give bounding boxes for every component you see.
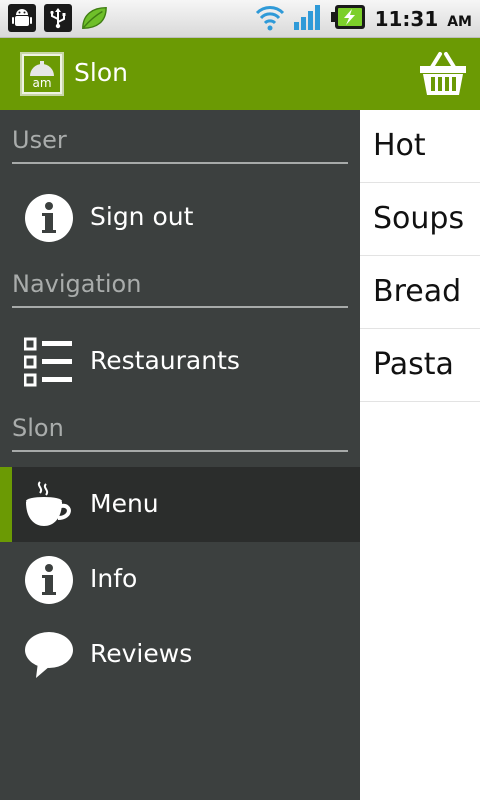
nav-item-label: Sign out [90, 202, 194, 231]
android-debug-icon [8, 4, 36, 32]
section-header-slon: Slon [12, 410, 348, 452]
section-header-user: User [12, 122, 348, 164]
nav-item-label: Restaurants [90, 346, 240, 375]
status-bar: 11:31 AM [0, 0, 480, 38]
nav-item-label: Info [90, 564, 138, 593]
wifi-icon [255, 3, 285, 35]
svg-text:am: am [32, 76, 51, 90]
app-title: Slon [74, 58, 128, 87]
speech-bubble-icon [24, 630, 74, 680]
info-icon [24, 555, 74, 605]
usb-icon [44, 4, 72, 32]
nav-item-label: Menu [90, 489, 159, 518]
category-item-bread[interactable]: Bread [360, 256, 480, 329]
basket-icon[interactable] [418, 50, 468, 98]
category-label: Pasta [373, 347, 454, 382]
section-header-label: Navigation [12, 270, 142, 298]
navigation-drawer: User Sign out Navigation Restaurants Slo… [0, 110, 360, 800]
nav-item-label: Reviews [90, 639, 193, 668]
nav-item-reviews[interactable]: Reviews [0, 617, 360, 692]
app-logo[interactable]: am [20, 52, 64, 96]
section-header-label: Slon [12, 414, 64, 442]
nav-item-info[interactable]: Info [0, 542, 360, 617]
section-header-navigation: Navigation [12, 266, 348, 308]
category-item-pasta[interactable]: Pasta [360, 329, 480, 402]
info-icon [24, 193, 74, 243]
section-header-label: User [12, 126, 67, 154]
cloche-icon: am [24, 56, 60, 92]
nav-item-restaurants[interactable]: Restaurants [0, 324, 360, 399]
clock-ampm: AM [447, 14, 472, 30]
clock: 11:31 AM [375, 7, 472, 31]
category-label: Soups [373, 201, 465, 236]
nav-item-menu[interactable]: Menu [0, 467, 360, 542]
category-item-soups[interactable]: Soups [360, 183, 480, 256]
clock-time: 11:31 [374, 7, 439, 31]
battery-charging-icon [330, 3, 367, 35]
nav-item-sign-out[interactable]: Sign out [0, 180, 360, 255]
action-bar: am Slon [0, 38, 480, 110]
leaf-icon [80, 4, 108, 32]
category-label: Hot [373, 128, 426, 163]
category-list: Hot Soups Bread Pasta [360, 110, 480, 402]
category-label: Bread [373, 274, 462, 309]
category-item-hot[interactable]: Hot [360, 110, 480, 183]
signal-icon [293, 3, 323, 35]
coffee-cup-icon [24, 480, 74, 530]
list-icon [24, 337, 74, 387]
